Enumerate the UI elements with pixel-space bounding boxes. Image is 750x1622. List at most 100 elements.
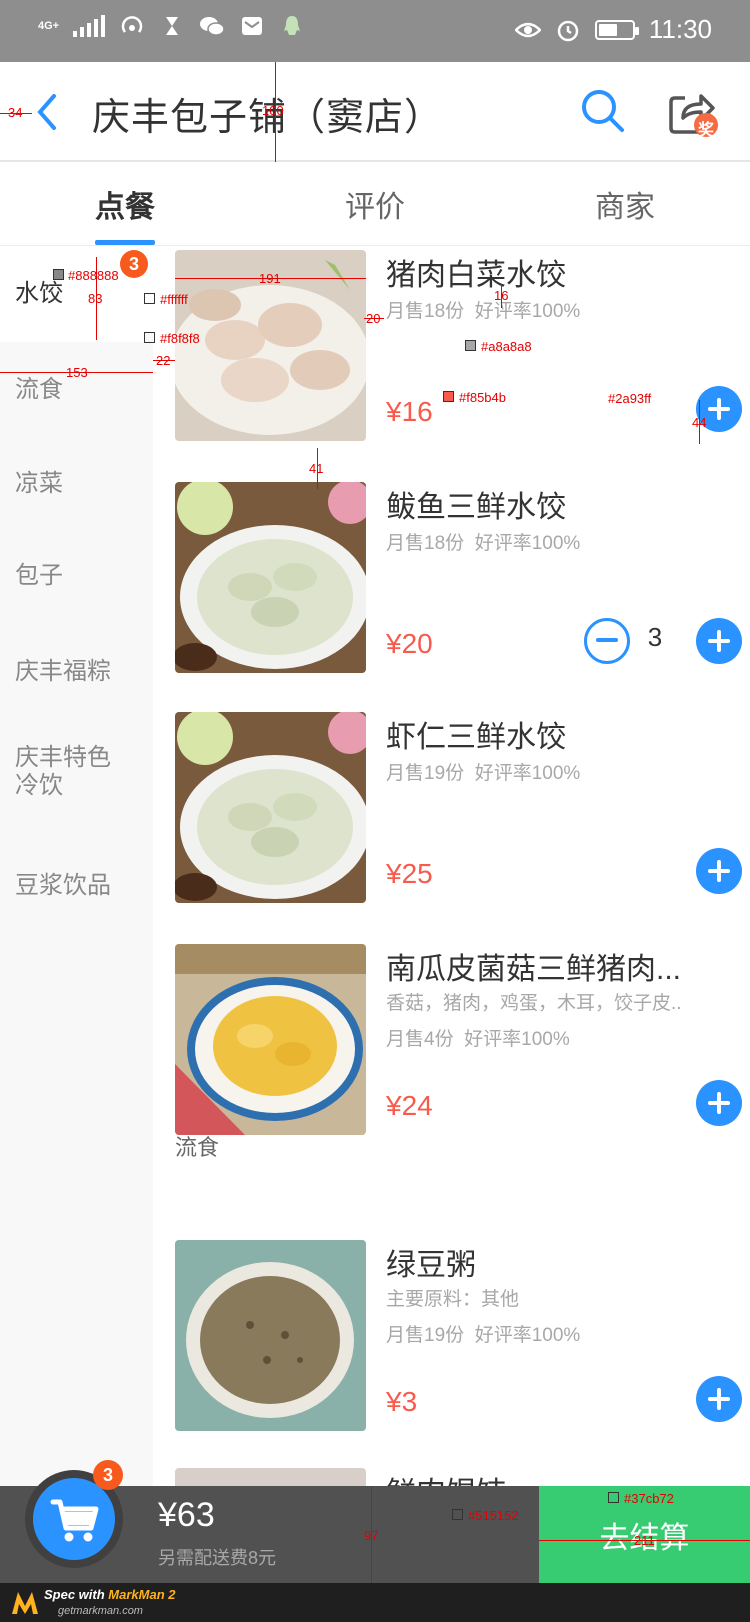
category-label: 庆丰特色冷饮 xyxy=(15,744,111,799)
measure-20: 20 xyxy=(366,311,381,326)
category-item-cold-drinks[interactable]: 庆丰特色冷饮 xyxy=(0,724,130,820)
dish-photo xyxy=(175,1468,366,1486)
add-to-cart-button[interactable] xyxy=(696,848,742,894)
color-f8f8f8: #f8f8f8 xyxy=(160,331,200,346)
color-swatch xyxy=(443,391,454,402)
category-item-soy-drinks[interactable]: 豆浆饮品 xyxy=(0,838,153,934)
dish-stats: 月售19份 好评率100% xyxy=(386,758,580,785)
back-button[interactable] xyxy=(30,90,70,134)
status-bar-right: 11:30 xyxy=(514,14,712,45)
category-item-dumplings[interactable]: 水饺 3 xyxy=(0,246,153,342)
cart-count-badge: 3 xyxy=(93,1460,123,1490)
dish-name: 南瓜皮菌菇三鲜猪肉... xyxy=(386,953,682,986)
measure-83: 83 xyxy=(88,291,103,306)
add-to-cart-button[interactable] xyxy=(696,1080,742,1126)
color-swatch xyxy=(452,1509,463,1520)
markman-prefix: Spec with xyxy=(44,1587,109,1602)
delivery-fee-note: 另需配送费8元 xyxy=(158,1548,277,1568)
dish-price: ¥25 xyxy=(386,858,433,889)
active-tab-indicator xyxy=(95,240,155,245)
tab-merchant[interactable]: 商家 xyxy=(500,182,750,226)
color-37cb72: #37cb72 xyxy=(624,1491,674,1506)
dish-name: 鲜肉馄饨 xyxy=(386,1468,506,1486)
color-swatch xyxy=(608,1492,619,1503)
rating: 好评率100% xyxy=(474,533,581,554)
eye-icon xyxy=(514,18,541,42)
reward-badge: 奖 xyxy=(698,122,715,139)
qq-icon xyxy=(279,14,305,38)
dish-ingredients: 香菇，猪肉，鸡蛋，木耳，饺子皮.. xyxy=(386,993,682,1014)
wechat-icon xyxy=(199,14,225,38)
measure-100: 100 xyxy=(262,103,284,118)
clock: 11:30 xyxy=(648,14,712,44)
cart-total: ¥63 xyxy=(158,1496,215,1534)
status-bar: 4G+ 11:30 xyxy=(0,0,750,62)
section-title: 流食 xyxy=(175,1135,220,1160)
category-label: 包子 xyxy=(15,562,63,589)
signal-icon xyxy=(73,15,106,37)
mail-app-icon xyxy=(239,14,265,38)
dish-price: ¥20 xyxy=(386,628,433,659)
category-count-badge: 3 xyxy=(120,250,148,278)
menu-item[interactable]: 南瓜皮菌菇三鲜猪肉... 香菇，猪肉，鸡蛋，木耳，饺子皮.. 月售4份 好评率1… xyxy=(175,944,742,1135)
rating: 好评率100% xyxy=(474,1325,581,1346)
menu-list: 猪肉白菜水饺 月售18份 好评率100% ¥16 鲅鱼三鲜水饺 月售18份 好评… xyxy=(153,246,750,1486)
monthly-sales: 月售19份 xyxy=(386,763,465,784)
cart-icon-wrap xyxy=(33,1478,115,1560)
rating: 好评率100% xyxy=(464,1029,570,1050)
network-type: 4G+ xyxy=(38,19,60,32)
search-icon xyxy=(582,90,624,132)
dish-name: 猪肉白菜水饺 xyxy=(386,259,566,292)
color-f85b4b: #f85b4b xyxy=(459,390,506,405)
monthly-sales: 月售18份 xyxy=(386,533,465,554)
search-button[interactable] xyxy=(578,86,628,136)
remove-from-cart-button[interactable] xyxy=(584,618,630,664)
monthly-sales: 月售18份 xyxy=(386,301,465,322)
color-swatch xyxy=(144,293,155,304)
rating: 好评率100% xyxy=(474,763,581,784)
dish-stats: 月售18份 好评率100% xyxy=(386,296,580,323)
measure-191: 191 xyxy=(259,271,281,286)
color-a8a8a8: #a8a8a8 xyxy=(481,339,532,354)
category-item-buns[interactable]: 包子 xyxy=(0,528,153,624)
category-label: 流食 xyxy=(15,376,63,403)
menu-item[interactable]: 鲜肉馄饨 xyxy=(175,1468,740,1486)
category-item-liushi[interactable]: 流食 xyxy=(0,342,153,438)
cart-icon xyxy=(50,1499,99,1542)
measure-44: 44 xyxy=(692,415,707,430)
category-sidebar: 水饺 3 流食 凉菜 包子 庆丰福粽 庆丰特色冷饮 豆浆饮品 xyxy=(0,246,153,1486)
dish-price: ¥16 xyxy=(386,396,433,427)
monthly-sales: 月售4份 xyxy=(386,1029,454,1050)
hotspot-icon xyxy=(119,14,145,38)
add-to-cart-button[interactable] xyxy=(696,1376,742,1422)
measure-34: 34 xyxy=(8,105,23,120)
measure-97: 97 xyxy=(364,1528,379,1543)
dish-stats: 月售19份 好评率100% xyxy=(386,1320,580,1347)
item-quantity: 3 xyxy=(647,622,663,652)
menu-item[interactable]: 绿豆粥 主要原料：其他 月售19份 好评率100% ¥3 xyxy=(175,1240,742,1431)
share-reward-button[interactable]: 奖 xyxy=(665,84,721,140)
markman-footer: Spec with MarkMan 2 getmarkman.com xyxy=(0,1583,750,1622)
markman-logo-icon xyxy=(12,1592,38,1614)
measure-153: 153 xyxy=(66,365,88,380)
dish-name: 虾仁三鲜水饺 xyxy=(386,721,566,754)
tab-order[interactable]: 点餐 xyxy=(0,182,250,226)
dish-stats: 月售18份 好评率100% xyxy=(386,528,580,555)
dish-ingredients: 主要原料：其他 xyxy=(386,1289,520,1310)
menu-item[interactable]: 虾仁三鲜水饺 月售19份 好评率100% ¥25 xyxy=(175,712,742,903)
color-swatch xyxy=(465,340,476,351)
add-to-cart-button[interactable] xyxy=(696,618,742,664)
dish-photo xyxy=(175,712,366,903)
markman-url: getmarkman.com xyxy=(58,1605,143,1617)
menu-item[interactable]: 鲅鱼三鲜水饺 月售18份 好评率100% ¥20 3 xyxy=(175,482,742,673)
category-label: 凉菜 xyxy=(15,470,63,497)
category-item-cold-dishes[interactable]: 凉菜 xyxy=(0,436,153,532)
measure-22: 22 xyxy=(156,353,171,368)
tab-reviews[interactable]: 评价 xyxy=(250,182,500,226)
category-label: 庆丰福粽 xyxy=(15,658,111,685)
markman-label: Spec with MarkMan 2 xyxy=(44,1587,176,1602)
category-item-zongzi[interactable]: 庆丰福粽 xyxy=(0,624,153,720)
dish-photo xyxy=(175,482,366,673)
rating: 好评率100% xyxy=(474,301,581,322)
color-swatch xyxy=(53,269,64,280)
